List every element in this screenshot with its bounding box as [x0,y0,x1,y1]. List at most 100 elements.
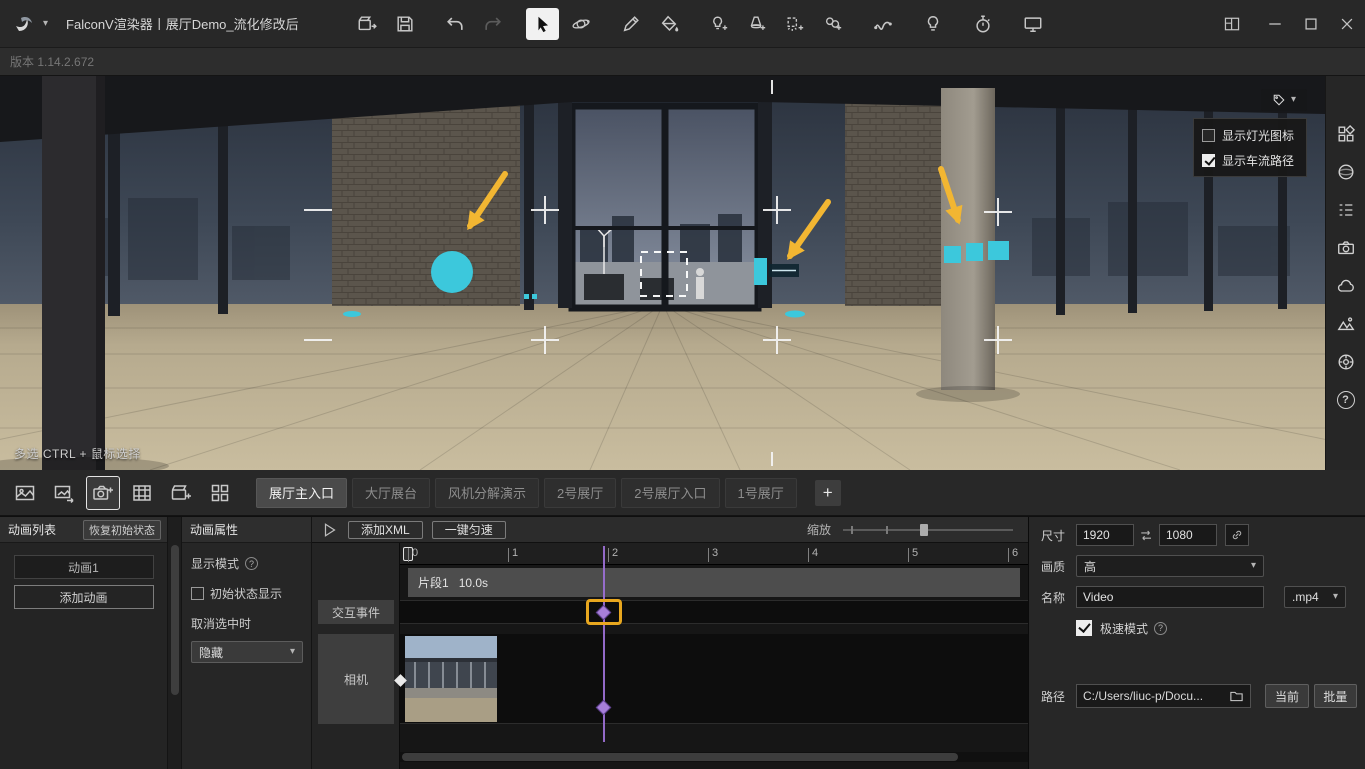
deselect-behavior-select[interactable]: 隐藏 ▾ [191,641,303,663]
light-bulb-button[interactable] [916,8,949,40]
initial-state-checkbox[interactable] [191,587,204,600]
close-button[interactable] [1329,0,1365,48]
scrollbar-thumb[interactable] [171,545,179,695]
scene-tab-hall1[interactable]: 1号展厅 [725,478,797,508]
slider-thumb[interactable] [920,524,928,536]
help-button[interactable]: ? [1333,388,1359,412]
add-scene-button[interactable]: + [815,480,841,506]
scene-tab-hall2-entrance[interactable]: 2号展厅入口 [621,478,719,508]
select-value: .mp4 [1292,590,1319,604]
scene-render[interactable] [0,76,1325,470]
right-toolbar: ? [1325,76,1365,470]
swap-icon [1139,528,1154,543]
scene-tab-hall2[interactable]: 2号展厅 [544,478,616,508]
export-current-button[interactable]: 当前 [1265,684,1308,708]
clip-add-button[interactable] [164,476,198,510]
timeline-segment[interactable]: 片段1 10.0s [408,568,1020,597]
select-tool-button[interactable] [526,8,559,40]
camera-add-button[interactable] [86,476,120,510]
fill-tool-button[interactable] [652,8,685,40]
path-tool-button[interactable] [866,8,899,40]
tag-icon [1272,93,1286,107]
falconv-logo-icon [12,11,38,37]
display-options-button[interactable]: ▾ [1261,89,1307,111]
export-batch-button[interactable]: 批量 [1314,684,1357,708]
format-select[interactable]: .mp4 ▾ [1284,586,1346,608]
film-button[interactable] [125,476,159,510]
events-track[interactable] [400,600,1028,624]
add-animation-button[interactable]: 添加动画 [14,585,154,609]
redo-button[interactable] [476,8,509,40]
fast-mode-label: 极速模式 [1100,620,1148,637]
zoom-slider[interactable] [843,523,1013,537]
camera-views-button[interactable] [1333,236,1359,260]
deselect-label: 取消选中时 [191,615,251,632]
snapshot-update-button[interactable] [47,476,81,510]
add-point-light-button[interactable] [702,8,735,40]
materials-button[interactable] [1333,160,1359,184]
timeline-panel: 添加XML 一键匀速 缩放 交互事件 相机 [312,517,1028,769]
add-spot-light-button[interactable] [740,8,773,40]
window-controls [1214,0,1365,48]
timeline-tracks[interactable]: 0 1 2 3 4 5 6 片段1 10.0s [400,543,1028,769]
filename-input[interactable] [1076,586,1264,608]
camera-track[interactable] [400,634,1028,724]
assets-library-button[interactable] [1333,122,1359,146]
width-input[interactable] [1076,524,1134,546]
undo-button[interactable] [438,8,471,40]
slider-tick [851,526,853,534]
app-menu-chevron-icon: ▾ [43,19,48,29]
fast-mode-checkbox[interactable] [1076,620,1092,636]
draw-tool-button[interactable] [614,8,647,40]
brick-wall-left [332,96,520,306]
frames-grid-button[interactable] [203,476,237,510]
scene-outline-button[interactable] [1333,198,1359,222]
scrollbar-thumb[interactable] [402,753,958,761]
snapshot-button[interactable] [8,476,42,510]
terrain-button[interactable] [1333,312,1359,336]
layout-grid-button[interactable] [1214,0,1250,48]
3d-viewport[interactable]: ▾ 显示灯光图标 显示车流路径 多选 CTRL + 鼠标选择 [0,76,1325,470]
help-icon[interactable]: ? [245,557,258,570]
maximize-button[interactable] [1293,0,1329,48]
save-button[interactable] [388,8,421,40]
reset-initial-state-button[interactable]: 恢复初始状态 [83,520,161,540]
camera-keyframe-thumbnail[interactable] [405,636,497,722]
play-button[interactable] [321,521,339,539]
scene-tab-main-entrance[interactable]: 展厅主入口 [256,478,347,508]
output-path-input[interactable]: C:/Users/liuc-p/Docu... [1076,684,1251,708]
scene-tab-turbine-demo[interactable]: 风机分解演示 [435,478,539,508]
render-settings-button[interactable] [1333,350,1359,374]
timeline-scrollbar[interactable] [400,752,1028,762]
quality-row: 画质 高 ▾ [1041,554,1357,578]
initial-state-row[interactable]: 初始状态显示 [191,585,302,602]
minimize-button[interactable] [1257,0,1293,48]
ruler-tick-label: 6 [1012,547,1018,559]
display-output-button[interactable] [1016,8,1049,40]
fast-mode-row[interactable]: 极速模式 ? [1041,616,1357,640]
height-input[interactable] [1159,524,1217,546]
aspect-link-button[interactable] [1225,524,1249,546]
add-xml-button[interactable]: 添加XML [348,521,423,539]
timeline-ruler[interactable]: 0 1 2 3 4 5 6 [400,543,1028,565]
orbit-tool-button[interactable] [564,8,597,40]
folder-icon[interactable] [1229,689,1244,704]
animation-list-scrollbar[interactable] [168,517,182,769]
app-menu-button[interactable]: ▾ [0,11,56,37]
export-video-button[interactable] [350,8,383,40]
quality-select[interactable]: 高 ▾ [1076,555,1264,577]
add-area-light-button[interactable] [778,8,811,40]
weather-button[interactable] [1333,274,1359,298]
traffic-paths-checkbox[interactable] [1202,154,1215,167]
animation-list-item[interactable]: 动画1 [14,555,154,579]
ruler-tick-label: 3 [712,547,718,559]
help-icon[interactable]: ? [1154,622,1167,635]
timer-button[interactable] [966,8,999,40]
menu-item-traffic-paths[interactable]: 显示车流路径 [1202,149,1298,171]
scene-tab-lobby[interactable]: 大厅展台 [352,478,430,508]
add-light-group-button[interactable] [816,8,849,40]
name-label: 名称 [1041,589,1076,606]
menu-item-light-icons[interactable]: 显示灯光图标 [1202,124,1298,146]
light-icons-checkbox[interactable] [1202,129,1215,142]
even-speed-button[interactable]: 一键匀速 [432,521,506,539]
